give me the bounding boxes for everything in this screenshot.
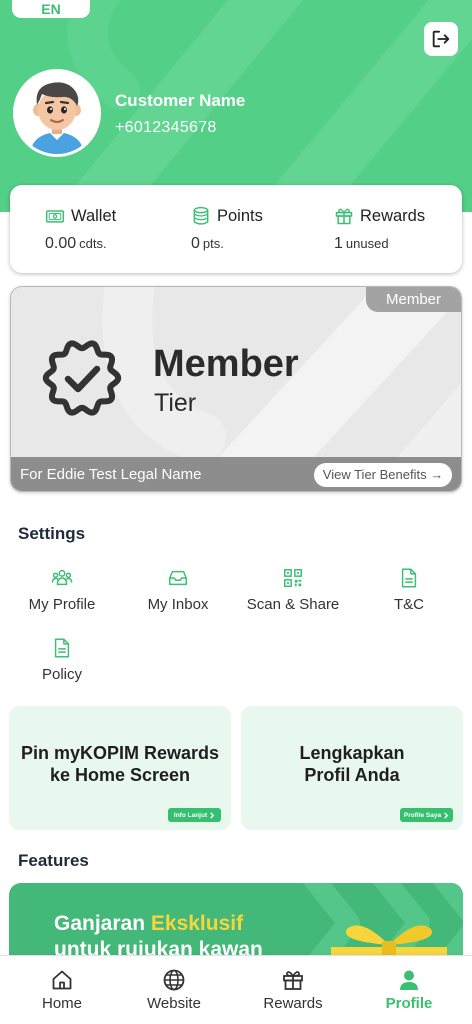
tier-title: Member [153,343,299,385]
points-stat[interactable]: Points 0 pts. [191,204,263,255]
avatar-illustration [16,72,98,154]
document-icon [54,638,70,658]
nav-rewards[interactable]: Rewards [243,956,343,1024]
nav-label: Rewards [263,995,323,1012]
points-label: Points [217,206,263,225]
rewards-stat[interactable]: Rewards 1 unused [334,204,425,255]
logout-icon [432,30,450,48]
rewards-label: Rewards [360,206,426,225]
wallet-stat[interactable]: Wallet 0.00 cdts. [45,204,116,255]
nav-home[interactable]: Home [12,956,112,1024]
promo-title: Lengkapkan Profil Anda [299,743,405,785]
settings-heading: Settings [18,524,86,543]
logout-button[interactable] [424,22,458,56]
settings-item-label: Scan & Share [246,596,340,613]
inbox-icon [169,570,187,586]
promo-title: Pin myKOPIM Rewards ke Home Screen [20,743,220,785]
gift-icon [283,971,303,990]
nav-label: Website [147,995,201,1012]
settings-item-my-inbox[interactable]: My Inbox [123,567,233,614]
globe-icon [163,969,185,991]
chevron-right-icon [444,811,449,819]
coins-icon [193,206,209,225]
settings-item-label: Policy [41,666,82,683]
settings-item-tnc[interactable]: T&C [354,567,464,614]
badge-check-icon [42,340,122,416]
document-icon [401,568,417,588]
info-lanjut-button[interactable]: Info Lanjut [168,808,221,822]
qr-code-icon [284,569,302,587]
rewards-value: 1 unused [334,235,389,252]
nav-website[interactable]: Website [124,956,224,1024]
wallet-icon [45,210,65,223]
membership-tier-card[interactable]: Member Member Tier For Eddie Test Legal … [10,286,462,492]
profile-saya-button[interactable]: Profile Saya [400,808,453,822]
promo-card-complete-profile[interactable]: Lengkapkan Profil Anda Profile Saya [241,706,463,830]
customer-phone: +6012345678 [115,119,217,136]
features-heading: Features [18,851,89,870]
wallet-label: Wallet [71,206,117,225]
tier-tag: Member [366,287,461,312]
nav-label: Profile [385,995,433,1012]
settings-item-label: My Inbox [147,596,209,613]
settings-item-my-profile[interactable]: My Profile [7,567,117,614]
customer-name: Customer Name [115,91,246,110]
settings-item-policy[interactable]: Policy [7,637,117,684]
view-tier-benefits-button[interactable]: View Tier Benefits → [314,463,452,487]
banner-headline: Ganjaran Eksklusif [54,912,244,935]
language-toggle[interactable]: EN [12,0,90,18]
home-icon [52,970,72,990]
gift-icon [335,208,353,225]
tier-holder-name: For Eddie Test Legal Name [20,466,202,483]
user-icon [400,970,418,990]
promo-card-pin-home[interactable]: Pin myKOPIM Rewards ke Home Screen Info … [9,706,231,830]
settings-item-scan-share[interactable]: Scan & Share [238,567,348,614]
chevron-right-icon [210,811,215,819]
bottom-navigation: Home Website Rewards Profile [0,955,472,1024]
nav-label: Home [41,995,82,1012]
balance-summary-card: Wallet 0.00 cdts. Points 0 pts. Rewards … [10,185,462,273]
nav-profile[interactable]: Profile [359,956,459,1024]
points-value: 0 pts. [191,235,224,252]
settings-item-label: My Profile [28,596,96,613]
tier-subtitle: Tier [154,389,197,417]
avatar[interactable] [13,69,101,157]
wallet-value: 0.00 cdts. [45,235,107,252]
users-icon [51,569,73,586]
tier-footer: For Eddie Test Legal Name View Tier Bene… [11,457,461,491]
settings-item-label: T&C [394,596,424,613]
